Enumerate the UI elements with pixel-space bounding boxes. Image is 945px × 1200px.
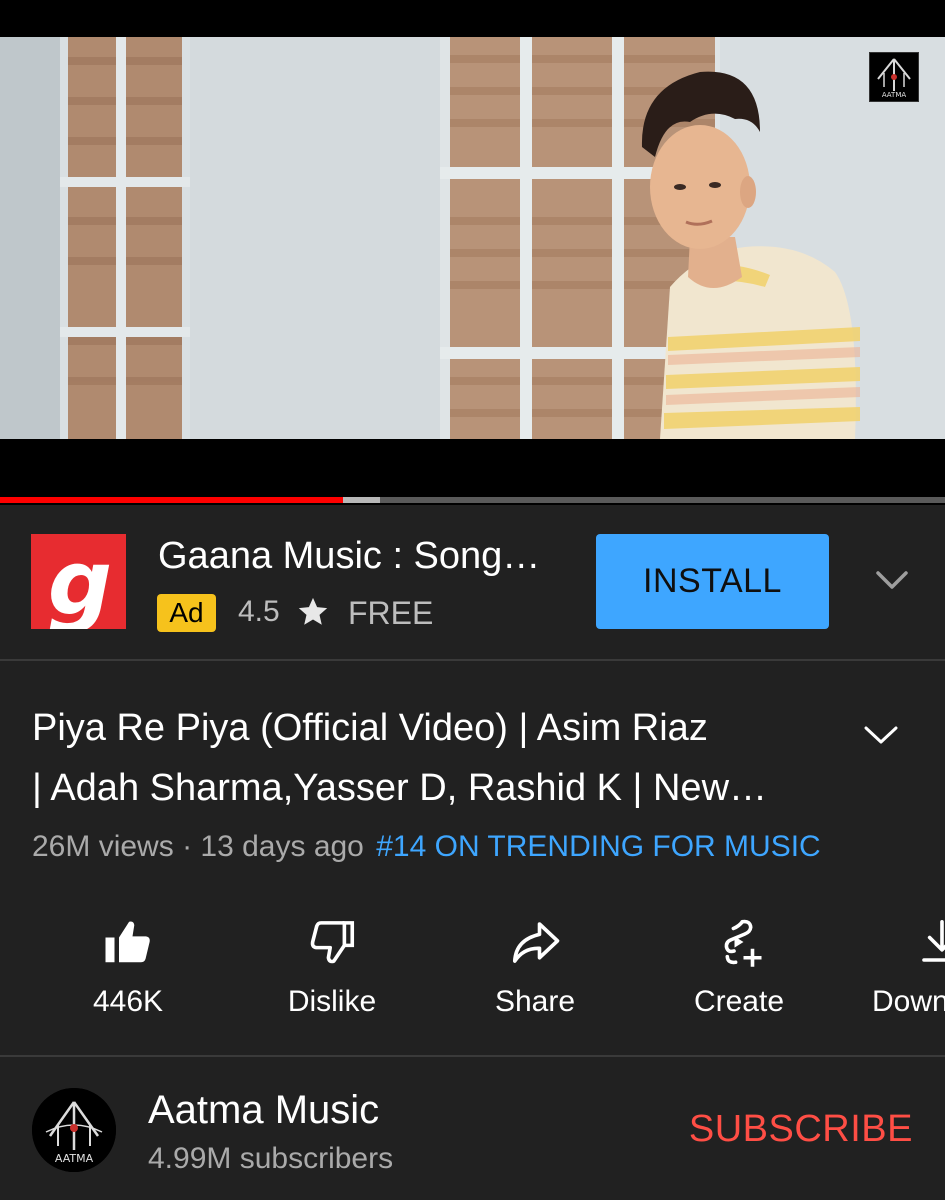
progress-played <box>0 497 344 503</box>
download-icon <box>922 919 945 962</box>
view-count: 26M views <box>32 830 174 863</box>
video-thumbnail-scene <box>0 37 945 439</box>
dislike-icon <box>310 921 355 964</box>
subscribe-button[interactable]: SUBSCRIBE <box>689 1108 913 1151</box>
video-meta: 26M views · 13 days ago #14 ON TRENDING … <box>32 830 821 864</box>
aatma-logo-icon: AATMA <box>877 58 911 99</box>
aatma-logo-icon: AATMA <box>32 1088 116 1172</box>
divider <box>0 659 945 661</box>
video-title[interactable]: Piya Re Piya (Official Video) | Asim Ria… <box>32 698 832 818</box>
create-icon <box>724 919 762 967</box>
channel-name[interactable]: Aatma Music <box>148 1088 379 1133</box>
action-bar: 446K Dislike Share Create Down <box>0 905 945 1055</box>
share-label: Share <box>494 985 576 1018</box>
channel-row[interactable]: AATMA Aatma Music 4.99M subscribers SUBS… <box>0 1058 945 1200</box>
ad-app-title[interactable]: Gaana Music : Song… <box>158 535 540 578</box>
expand-description-chevron-icon[interactable] <box>860 718 902 752</box>
share-button[interactable]: Share <box>455 905 615 1055</box>
download-button[interactable]: Down <box>862 905 945 1055</box>
share-icon <box>512 922 560 963</box>
chevron-down-icon[interactable] <box>870 563 914 599</box>
like-icon <box>105 921 150 963</box>
dislike-label: Dislike <box>287 985 377 1018</box>
gaana-app-icon[interactable]: g <box>31 531 126 636</box>
video-title-line-2: | Adah Sharma,Yasser D, Rashid K | New… <box>32 767 768 809</box>
watermark-text: AATMA <box>882 91 907 99</box>
ad-badge: Ad <box>157 594 216 632</box>
create-button[interactable]: Create <box>659 905 819 1055</box>
download-label: Down <box>872 985 945 1018</box>
avatar-text: AATMA <box>55 1152 94 1165</box>
dislike-button[interactable]: Dislike <box>252 905 412 1055</box>
watch-page: AATMA g Gaana Music : Song… Ad 4.5 FREE … <box>0 0 945 1200</box>
gaana-logo-glyph: g <box>48 531 112 636</box>
ad-banner[interactable]: g Gaana Music : Song… Ad 4.5 FREE INSTAL… <box>0 505 945 659</box>
create-label: Create <box>693 985 785 1018</box>
divider <box>0 1055 945 1057</box>
avatar[interactable]: AATMA <box>32 1088 116 1172</box>
meta-separator: · <box>182 830 193 863</box>
progress-bar[interactable] <box>0 497 945 503</box>
like-button[interactable]: 446K <box>48 905 208 1055</box>
upload-age: 13 days ago <box>200 830 364 863</box>
ad-logo-letter: g <box>48 534 112 629</box>
channel-watermark[interactable]: AATMA <box>869 52 919 102</box>
install-button[interactable]: INSTALL <box>596 534 829 629</box>
ad-rating: 4.5 <box>238 595 280 628</box>
trending-badge[interactable]: #14 ON TRENDING FOR MUSIC <box>376 830 821 863</box>
video-title-line-1: Piya Re Piya (Official Video) | Asim Ria… <box>32 707 708 749</box>
subscriber-count: 4.99M subscribers <box>148 1142 394 1175</box>
ad-price: FREE <box>348 595 434 631</box>
like-count: 446K <box>92 985 164 1018</box>
star-icon <box>298 597 328 625</box>
video-player[interactable]: AATMA <box>0 0 945 505</box>
video-frame[interactable] <box>0 37 945 439</box>
